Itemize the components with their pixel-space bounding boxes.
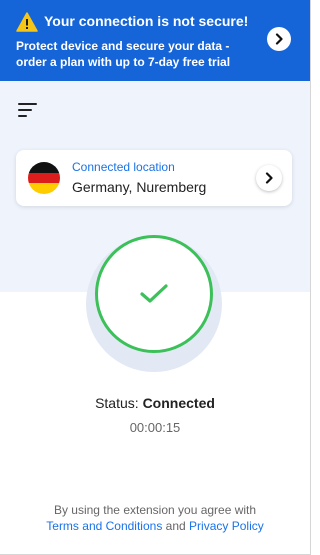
footer-and: and (165, 519, 186, 533)
terms-link[interactable]: Terms and Conditions (46, 519, 162, 533)
location-value: Germany, Nuremberg (72, 179, 207, 195)
footer-text: By using the extension you agree with (53, 503, 257, 517)
banner-arrow-button[interactable] (267, 27, 291, 51)
connection-toggle-button[interactable] (95, 235, 213, 353)
banner-title: Your connection is not secure! (44, 13, 249, 29)
footer-legal: By using the extension you agree with Te… (0, 502, 310, 534)
connection-status: Status: Connected (0, 395, 310, 411)
connected-location-card[interactable]: Connected location Germany, Nuremberg (16, 150, 292, 206)
warning-icon (16, 12, 38, 32)
chevron-right-icon (265, 172, 273, 184)
checkmark-icon (140, 284, 168, 303)
germany-flag-icon (28, 162, 60, 194)
location-label: Connected location (72, 160, 175, 174)
banner-text: Protect device and secure your data - or… (16, 39, 231, 69)
status-value: Connected (142, 395, 215, 411)
hamburger-menu-icon (18, 103, 37, 117)
location-arrow-button[interactable] (256, 165, 282, 191)
extension-popup: Your connection is not secure! Protect d… (0, 0, 311, 555)
chevron-right-icon (275, 33, 283, 45)
status-label: Status: (95, 395, 139, 411)
connection-timer: 00:00:15 (129, 420, 181, 435)
menu-button[interactable] (18, 101, 38, 119)
insecure-connection-banner[interactable]: Your connection is not secure! Protect d… (0, 0, 310, 81)
privacy-link[interactable]: Privacy Policy (189, 519, 264, 533)
